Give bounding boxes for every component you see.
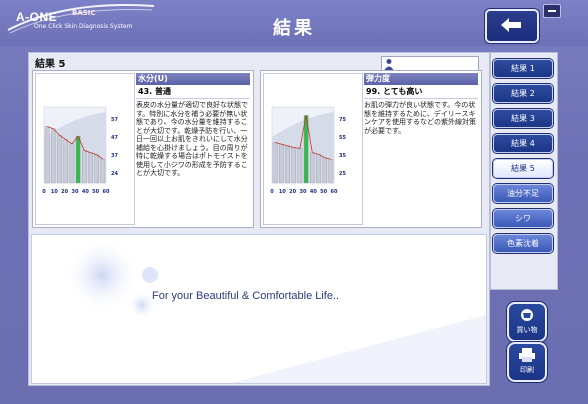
shopping-button[interactable]: 買い物 xyxy=(507,302,547,342)
chart-x-tick-label: 40 xyxy=(310,189,317,195)
chart-bar xyxy=(272,142,278,184)
result-card-elasticity: 0 10 20 30 40 50 60 75 55 35 25 弾力度 99. とても高い お肌の弾… xyxy=(260,70,482,228)
sidebar-tab-3[interactable]: 結果 3 xyxy=(493,109,553,128)
shopping-label: 買い物 xyxy=(516,326,538,334)
minimize-button[interactable] xyxy=(543,4,561,18)
chart-bar xyxy=(297,148,303,184)
banner-panel: For your Beautiful & Comfortable Life.. xyxy=(31,234,487,384)
chart-bar xyxy=(100,158,106,184)
print-button[interactable]: 印刷 xyxy=(507,342,547,382)
metric-score: 43. 普通 xyxy=(136,86,250,99)
sidebar-tab-7[interactable]: シワ xyxy=(493,209,553,228)
chart-x-tick-label: 50 xyxy=(92,189,99,195)
chart-bar xyxy=(94,154,99,184)
moisture-chart: 0 10 20 30 40 50 60 57 47 37 24 xyxy=(42,106,118,195)
shopping-icon xyxy=(521,309,533,321)
chart-bar xyxy=(50,128,56,184)
chart-bar xyxy=(82,150,87,184)
chart-y-tick-label: 75 xyxy=(339,117,346,123)
chart-x-tick-label: 30 xyxy=(300,189,307,195)
chart-bar xyxy=(69,143,75,184)
chart-x-tick-label: 40 xyxy=(82,189,89,195)
chart-y-tick-label: 24 xyxy=(111,171,118,177)
chart-y-tick-label: 37 xyxy=(111,153,118,159)
chart-x-tick-label: 0 xyxy=(270,189,274,195)
banner-decoration xyxy=(64,237,486,383)
chart-bar xyxy=(88,152,93,184)
print-label: 印刷 xyxy=(520,366,534,374)
chart-x-tick-label: 60 xyxy=(103,189,110,195)
metric-score: 99. とても高い xyxy=(364,86,478,99)
section-title: 結果 5 xyxy=(35,59,66,70)
chart-y-tick-label: 57 xyxy=(111,117,118,123)
chart-pane: 0 10 20 30 40 50 60 75 55 35 25 xyxy=(263,73,363,225)
result-sidebar: 結果 1 結果 2 結果 3 結果 4 結果 5 油分不足シワ色素沈着 xyxy=(490,52,558,290)
tagline: For your Beautiful & Comfortable Life.. xyxy=(152,290,340,302)
chart-y-tick-label: 55 xyxy=(339,135,346,141)
minimize-icon xyxy=(548,10,556,12)
elasticity-chart: 0 10 20 30 40 50 60 75 55 35 25 xyxy=(270,106,346,195)
user-icon xyxy=(384,59,394,70)
chart-bar xyxy=(44,126,50,184)
sidebar-tab-5[interactable]: 結果 5 xyxy=(493,159,553,178)
chart-bar xyxy=(75,136,81,184)
sidebar-tab-4[interactable]: 結果 4 xyxy=(493,134,553,153)
arrow-left-icon xyxy=(501,18,521,32)
chart-bar xyxy=(63,139,69,184)
chart-bar xyxy=(57,135,62,184)
metric-description: 表皮の水分量が適切で良好な状態です。特別に水分を補う必要が無い状態であり、今の水… xyxy=(136,101,248,177)
chart-x-tick-label: 60 xyxy=(331,189,338,195)
chart-x-tick-label: 0 xyxy=(42,189,46,195)
sidebar-tab-2[interactable]: 結果 2 xyxy=(493,84,553,103)
chart-bar xyxy=(278,143,284,184)
chart-x-tick-label: 10 xyxy=(279,189,286,195)
metric-description: お肌の弾力が良い状態です。今の状態を維持するために、デイリースキンケアを使用する… xyxy=(364,101,476,135)
result-panel: 結果 5 0 10 20 30 40 50 60 57 47 37 24 水分(U) 43. 普通 … xyxy=(28,52,490,386)
chart-bar xyxy=(291,147,297,184)
sidebar-tab-1[interactable]: 結果 1 xyxy=(493,59,553,78)
chart-pane: 0 10 20 30 40 50 60 57 47 37 24 xyxy=(35,73,135,225)
chart-y-tick-label: 35 xyxy=(339,153,346,159)
sidebar-tab-8[interactable]: 色素沈着 xyxy=(493,234,553,253)
metric-header: 水分(U) xyxy=(136,73,250,85)
chart-bar xyxy=(310,152,315,184)
chart-x-tick-label: 30 xyxy=(72,189,79,195)
chart-y-tick-label: 47 xyxy=(111,135,118,141)
chart-bar xyxy=(328,159,334,184)
chart-bar xyxy=(285,145,290,184)
chart-x-tick-label: 20 xyxy=(289,189,296,195)
printer-icon xyxy=(519,348,535,362)
metric-header: 弾力度 xyxy=(364,73,478,85)
chart-y-tick-label: 25 xyxy=(339,171,346,177)
chart-x-tick-label: 50 xyxy=(320,189,327,195)
result-card-moisture: 0 10 20 30 40 50 60 57 47 37 24 水分(U) 43. 普通 表皮の水分… xyxy=(32,70,254,228)
chart-x-tick-label: 20 xyxy=(61,189,68,195)
chart-bar xyxy=(322,157,327,184)
back-button[interactable] xyxy=(485,9,539,43)
chart-bar xyxy=(316,154,321,184)
app-window: A-ONE BASIC One Click Skin Diagnosis Sys… xyxy=(0,0,588,404)
sidebar-tab-6[interactable]: 油分不足 xyxy=(493,184,553,203)
top-bar: A-ONE BASIC One Click Skin Diagnosis Sys… xyxy=(0,0,588,46)
chart-x-tick-label: 10 xyxy=(51,189,58,195)
